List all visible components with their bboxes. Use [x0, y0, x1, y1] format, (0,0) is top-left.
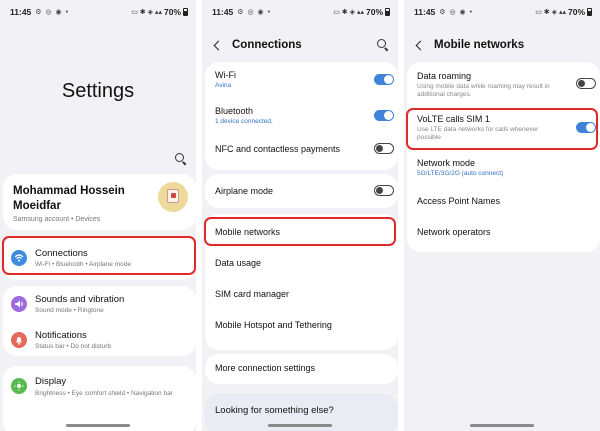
looking-label: Looking for something else?: [215, 405, 334, 416]
battery-percent: 70%: [567, 7, 585, 17]
mobile-networks-screen: 11:45 ⚙ ◎ ◉ • ▭ ✱ ◈ ▴▴ 70% Mobile networ…: [404, 0, 600, 431]
network-mode-label: Network mode: [417, 158, 476, 168]
page-title: Connections: [232, 39, 302, 51]
sun-icon: [11, 378, 27, 394]
account-sub: Samsung account • Devices: [13, 216, 101, 223]
page-title: Mobile networks: [434, 39, 525, 51]
settings-item-label: Display: [35, 376, 67, 387]
airplane-toggle[interactable]: [374, 185, 394, 196]
status-time: 11:45: [414, 7, 436, 17]
data-usage-row[interactable]: Data usage: [215, 258, 390, 268]
highlight-box-mobile-networks: [204, 217, 396, 246]
looking-row: Looking for something else?: [215, 405, 390, 416]
more-connection-settings-label: More connection settings: [215, 363, 316, 373]
account-name: Mohammad Hossein Moeidfar: [13, 185, 125, 212]
battery-icon: [385, 8, 390, 16]
bell-icon: [11, 332, 27, 348]
data-roaming-toggle[interactable]: [576, 78, 596, 89]
status-bar: 11:45 ⚙ ◎ ◉ • ▭ ✱ ◈ ▴▴ 70%: [212, 6, 390, 18]
status-notification-icons: ⚙ ◎ ◉ •: [237, 9, 272, 16]
airplane-label: Airplane mode: [215, 186, 274, 196]
more-connection-settings-row[interactable]: More connection settings: [215, 363, 390, 373]
status-notification-icons: ⚙ ◎ ◉ •: [35, 9, 70, 16]
status-signal-icons: ▭ ✱ ◈ ▴▴: [535, 9, 566, 16]
status-time: 11:45: [212, 7, 234, 17]
display-card: Display Brightness • Eye comfort shield …: [3, 366, 196, 431]
back-arrow-icon[interactable]: [414, 39, 424, 51]
volume-icon: [11, 296, 27, 312]
bluetooth-status: 1 device connected.: [215, 118, 273, 125]
bluetooth-row[interactable]: Bluetooth 1 device connected.: [215, 106, 390, 126]
apn-row[interactable]: Access Point Names: [417, 196, 592, 206]
wifi-label: Wi-Fi: [215, 70, 236, 80]
settings-item-sounds[interactable]: Sounds and vibration Sound mode • Ringto…: [11, 288, 190, 322]
network-operators-label: Network operators: [417, 227, 491, 237]
network-operators-row[interactable]: Network operators: [417, 227, 592, 237]
avatar[interactable]: [158, 182, 188, 212]
sound-notif-card: Sounds and vibration Sound mode • Ringto…: [3, 286, 196, 356]
settings-item-sub: Sound mode • Ringtone: [35, 307, 104, 314]
airplane-card: Airplane mode: [205, 174, 398, 208]
bluetooth-label: Bluetooth: [215, 106, 254, 116]
search-icon[interactable]: [376, 38, 390, 52]
status-signal-icons: ▭ ✱ ◈ ▴▴: [333, 9, 364, 16]
connections-screen: 11:45 ⚙ ◎ ◉ • ▭ ✱ ◈ ▴▴ 70% Connections W…: [202, 0, 398, 431]
network-mode-value: 5G/LTE/3G/2G (auto connect): [417, 170, 504, 177]
battery-icon: [587, 8, 592, 16]
status-time: 11:45: [10, 7, 32, 17]
settings-item-sub: Brightness • Eye comfort shield • Naviga…: [35, 390, 173, 397]
header: Connections: [212, 37, 390, 53]
settings-item-label: Sounds and vibration: [35, 294, 125, 305]
data-roaming-label: Data roaming: [417, 71, 472, 81]
network-mode-row[interactable]: Network mode 5G/LTE/3G/2G (auto connect): [417, 158, 592, 178]
mobile-networks-card: Data roaming Using mobile data while roa…: [407, 62, 600, 252]
home-indicator: [268, 424, 332, 427]
hotspot-label: Mobile Hotspot and Tethering: [215, 320, 332, 330]
settings-item-display[interactable]: Display Brightness • Eye comfort shield …: [11, 370, 190, 404]
nfc-toggle[interactable]: [374, 143, 394, 154]
battery-percent: 70%: [163, 7, 181, 17]
header: Mobile networks: [414, 37, 592, 53]
data-usage-label: Data usage: [215, 258, 262, 268]
settings-screen: 11:45 ⚙ ◎ ◉ • ▭ ✱ ◈ ▴▴ 70% Settings Moha…: [0, 0, 196, 431]
nfc-label: NFC and contactless payments: [215, 144, 341, 154]
status-signal-icons: ▭ ✱ ◈ ▴▴: [131, 9, 162, 16]
back-arrow-icon[interactable]: [212, 39, 222, 51]
settings-item-notifications[interactable]: Notifications Status bar • Do not distur…: [11, 324, 190, 358]
wifi-toggle[interactable]: [374, 74, 394, 85]
airplane-row[interactable]: Airplane mode: [215, 186, 390, 196]
wifi-row[interactable]: Wi-Fi Avina: [215, 70, 390, 90]
settings-item-sub: Status bar • Do not disturb: [35, 343, 111, 350]
bluetooth-toggle[interactable]: [374, 110, 394, 121]
page-title: Settings: [61, 80, 135, 102]
wireless-card: Wi-Fi Avina Bluetooth 1 device connected…: [205, 62, 398, 170]
data-roaming-desc: Using mobile data while roaming may resu…: [417, 83, 550, 98]
battery-icon: [183, 8, 188, 16]
account-card[interactable]: Mohammad Hossein Moeidfar Samsung accoun…: [3, 174, 196, 230]
apn-label: Access Point Names: [417, 196, 501, 206]
status-notification-icons: ⚙ ◎ ◉ •: [439, 9, 474, 16]
highlight-box-volte: [406, 108, 598, 150]
nfc-row[interactable]: NFC and contactless payments: [215, 144, 390, 154]
home-indicator: [470, 424, 534, 427]
status-bar: 11:45 ⚙ ◎ ◉ • ▭ ✱ ◈ ▴▴ 70%: [10, 6, 188, 18]
more-settings-card: More connection settings: [205, 354, 398, 384]
wifi-network: Avina: [215, 82, 232, 89]
sim-manager-label: SIM card manager: [215, 289, 290, 299]
battery-percent: 70%: [365, 7, 383, 17]
highlight-box-connections: [2, 236, 196, 275]
hotspot-row[interactable]: Mobile Hotspot and Tethering: [215, 320, 390, 330]
data-roaming-row[interactable]: Data roaming Using mobile data while roa…: [417, 71, 564, 99]
search-icon[interactable]: [174, 152, 188, 166]
sim-manager-row[interactable]: SIM card manager: [215, 289, 390, 299]
settings-item-label: Notifications: [35, 330, 87, 341]
status-bar: 11:45 ⚙ ◎ ◉ • ▭ ✱ ◈ ▴▴ 70%: [414, 6, 592, 18]
home-indicator: [66, 424, 130, 427]
